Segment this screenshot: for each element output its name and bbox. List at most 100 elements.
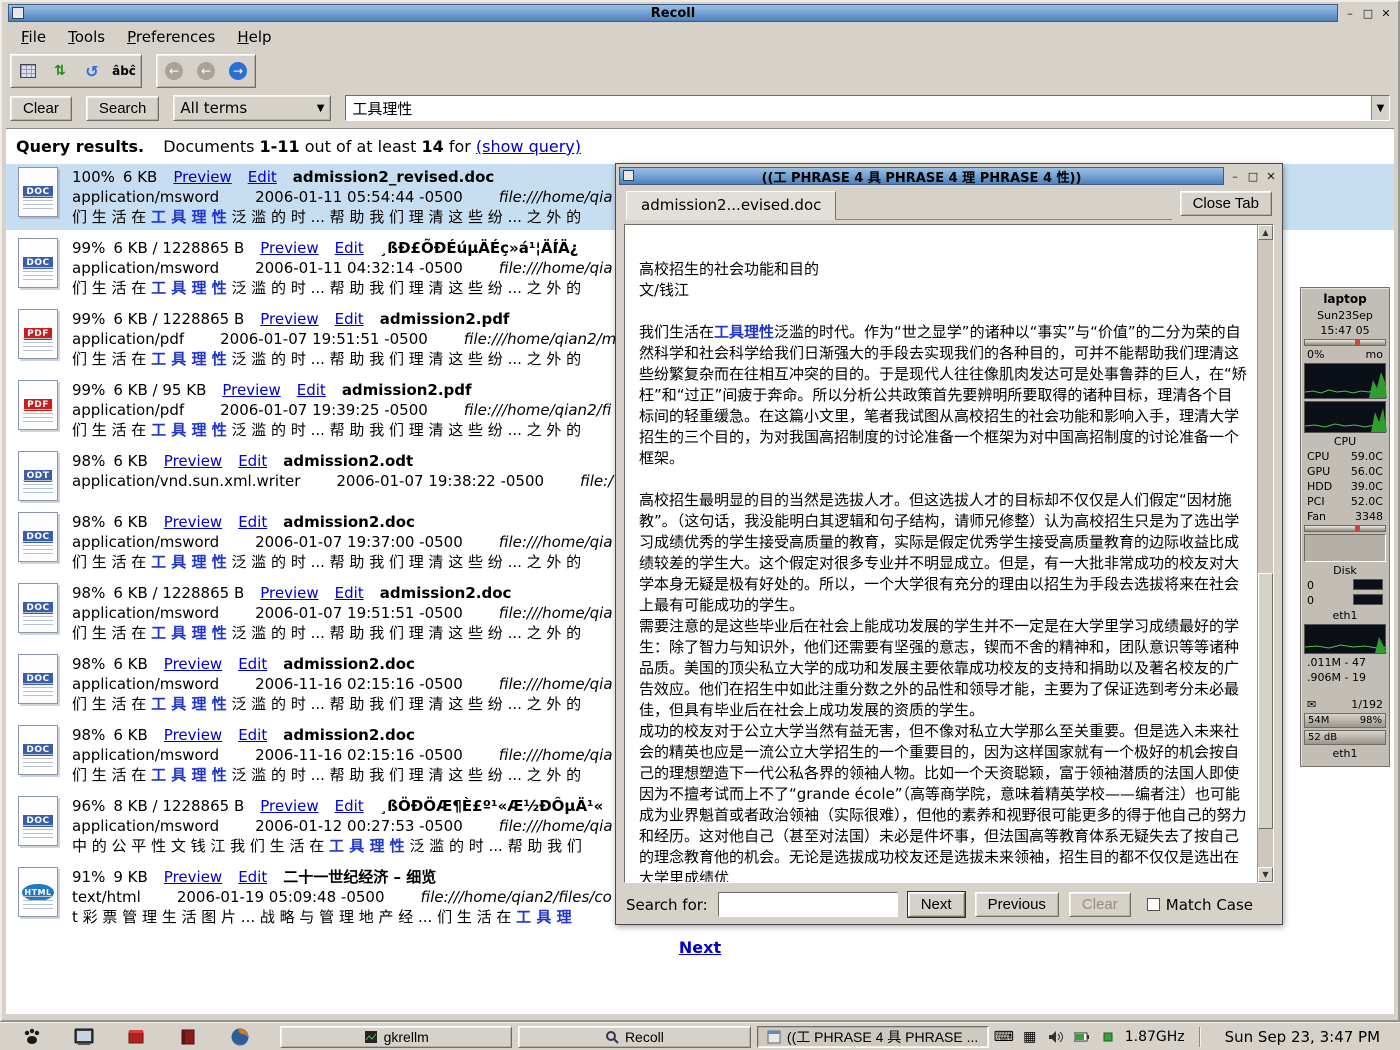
search-input[interactable] xyxy=(346,96,1371,120)
file-type-badge: DOC xyxy=(23,744,52,756)
prev-page-icon[interactable]: ← xyxy=(191,57,221,85)
edit-link[interactable]: Edit xyxy=(238,655,267,673)
snippet-post: 泛 滥 的 时 ... 帮 助 我 们 理 清 这 些 纷 ... 之 外 的 xyxy=(227,695,581,713)
spellcheck-icon[interactable]: âbĉ xyxy=(109,57,139,85)
close-icon[interactable]: ✕ xyxy=(1378,6,1394,21)
doc-file-icon: DOC xyxy=(18,654,58,704)
mem-percent: 98% xyxy=(1360,715,1382,726)
preview-link[interactable]: Preview xyxy=(260,310,318,328)
file-type-badge: DOC xyxy=(23,602,52,614)
sort-icon[interactable]: ⇅ xyxy=(45,57,75,85)
relevance-percent: 99% xyxy=(72,381,105,399)
snippet-pre: 们 生 活 在 xyxy=(72,553,151,571)
edit-link[interactable]: Edit xyxy=(297,381,326,399)
first-page-icon[interactable]: ← xyxy=(159,57,189,85)
edit-link[interactable]: Edit xyxy=(238,513,267,531)
minimize-icon[interactable]: – xyxy=(1342,6,1358,21)
preview-link[interactable]: Preview xyxy=(222,381,280,399)
taskbar-item-recoll[interactable]: Recoll xyxy=(518,1026,750,1048)
preview-link[interactable]: Preview xyxy=(260,584,318,602)
scroll-up-icon[interactable]: ▲ xyxy=(1258,225,1273,240)
next-results-link[interactable]: Next xyxy=(679,938,721,957)
keyboard-layout-icon[interactable]: ⌨ xyxy=(995,1028,1013,1046)
next-page-icon[interactable]: → xyxy=(223,57,253,85)
edit-link[interactable]: Edit xyxy=(248,168,277,186)
menu-tools[interactable]: Tools xyxy=(59,26,114,48)
preview-link[interactable]: Preview xyxy=(164,452,222,470)
maximize-icon[interactable]: □ xyxy=(1360,6,1376,21)
preview-link[interactable]: Preview xyxy=(260,239,318,257)
term-mode-value: All terms xyxy=(180,99,247,117)
result-url: file:///home/qia xyxy=(499,259,613,277)
curved-arrow-icon[interactable]: ↺ xyxy=(77,57,107,85)
snippet-post: 泛 滥 的 时 ... 帮 助 我 们 理 清 这 些 纷 ... 之 外 的 xyxy=(227,766,581,784)
result-url: file:///home/qian2/m xyxy=(464,330,616,348)
cpu-frequency: 1.87GHz xyxy=(1125,1029,1185,1045)
preview-link[interactable]: Preview xyxy=(164,513,222,531)
preview-titlebar[interactable]: ((工 PHRASE 4 具 PHRASE 4 理 PHRASE 4 性)) xyxy=(619,167,1224,185)
table-view-icon[interactable] xyxy=(13,57,43,85)
close-tab-button[interactable]: Close Tab xyxy=(1180,191,1272,216)
preview-link[interactable]: Preview xyxy=(164,655,222,673)
preview-window-menu-icon[interactable] xyxy=(623,170,634,181)
preview-minimize-icon[interactable]: – xyxy=(1227,169,1243,184)
find-previous-button[interactable]: Previous xyxy=(975,892,1059,917)
relevance-percent: 98% xyxy=(72,726,105,744)
package-icon[interactable] xyxy=(110,1025,162,1049)
result-date: 2006-11-16 02:15:16 -0500 xyxy=(255,746,463,764)
taskbar-item-preview[interactable]: ((工 PHRASE 4 具 PHRASE ... xyxy=(757,1026,989,1048)
result-mimetype: application/pdf xyxy=(72,330,184,348)
clear-button[interactable]: Clear xyxy=(10,96,72,121)
battery-icon[interactable] xyxy=(1073,1028,1091,1046)
file-size: 6 KB xyxy=(113,513,147,531)
find-clear-button[interactable]: Clear xyxy=(1069,892,1131,917)
highlighted-term: 工具理性 xyxy=(714,323,774,341)
edit-link[interactable]: Edit xyxy=(238,868,267,886)
preview-content[interactable]: 高校招生的社会功能和目的 文/钱江 我们生活在工具理性泛滥的时代。作为“世之显学… xyxy=(624,224,1274,883)
workspace-grid-icon[interactable]: ▦ xyxy=(1021,1028,1039,1046)
menu-preferences[interactable]: Preferences xyxy=(118,26,224,48)
edit-link[interactable]: Edit xyxy=(238,726,267,744)
preview-close-icon[interactable]: ✕ xyxy=(1263,169,1279,184)
temp-value: 39.0C xyxy=(1351,480,1383,493)
search-button[interactable]: Search xyxy=(86,96,160,121)
match-case-checkbox[interactable] xyxy=(1147,898,1160,911)
result-date: 2006-01-12 00:27:53 -0500 xyxy=(255,817,463,835)
edit-link[interactable]: Edit xyxy=(335,310,364,328)
temp-label: HDD xyxy=(1307,480,1332,493)
fan-value: 3348 xyxy=(1355,510,1383,523)
book-icon[interactable] xyxy=(162,1025,214,1049)
preview-link[interactable]: Preview xyxy=(173,168,231,186)
preview-maximize-icon[interactable]: □ xyxy=(1245,169,1261,184)
xfce-paw-icon[interactable] xyxy=(6,1025,58,1049)
preview-link[interactable]: Preview xyxy=(164,868,222,886)
terminal-icon[interactable] xyxy=(58,1025,110,1049)
preview-link[interactable]: Preview xyxy=(260,797,318,815)
edit-link[interactable]: Edit xyxy=(335,797,364,815)
find-input[interactable] xyxy=(718,892,898,917)
term-mode-select[interactable]: All terms ▼ xyxy=(173,95,331,121)
volume-icon[interactable] xyxy=(1047,1028,1065,1046)
edit-link[interactable]: Edit xyxy=(335,584,364,602)
taskbar-clock[interactable]: Sun Sep 23, 3:47 PM xyxy=(1215,1028,1390,1046)
menu-file[interactable]: File xyxy=(12,26,55,48)
menu-help[interactable]: Help xyxy=(228,26,280,48)
preview-scrollbar[interactable]: ▲ ▼ xyxy=(1257,225,1273,882)
preview-link[interactable]: Preview xyxy=(164,726,222,744)
taskbar-item-gkrellm[interactable]: gkrellm xyxy=(280,1026,512,1048)
preview-tab[interactable]: admission2...evised.doc xyxy=(626,191,836,220)
file-size: 6 KB xyxy=(113,655,147,673)
show-query-link[interactable]: (show query) xyxy=(476,137,581,156)
query-combo: ▼ xyxy=(345,95,1390,121)
scrollbar-thumb[interactable] xyxy=(1258,573,1273,829)
query-history-dropdown-icon[interactable]: ▼ xyxy=(1371,96,1389,120)
firefox-icon[interactable] xyxy=(214,1025,266,1049)
main-titlebar[interactable]: Recoll xyxy=(8,4,1338,22)
edit-link[interactable]: Edit xyxy=(335,239,364,257)
scroll-down-icon[interactable]: ▼ xyxy=(1258,867,1273,882)
window-menu-icon[interactable] xyxy=(12,7,24,19)
edit-link[interactable]: Edit xyxy=(238,452,267,470)
net-tx-value: .906M - 19 xyxy=(1307,671,1366,684)
find-next-button[interactable]: Next xyxy=(908,892,965,917)
result-filename: ¸ßÐ£ÕÐÉúµÄÉç»á¹¦ÄܺÍÄ¿ xyxy=(380,239,579,257)
